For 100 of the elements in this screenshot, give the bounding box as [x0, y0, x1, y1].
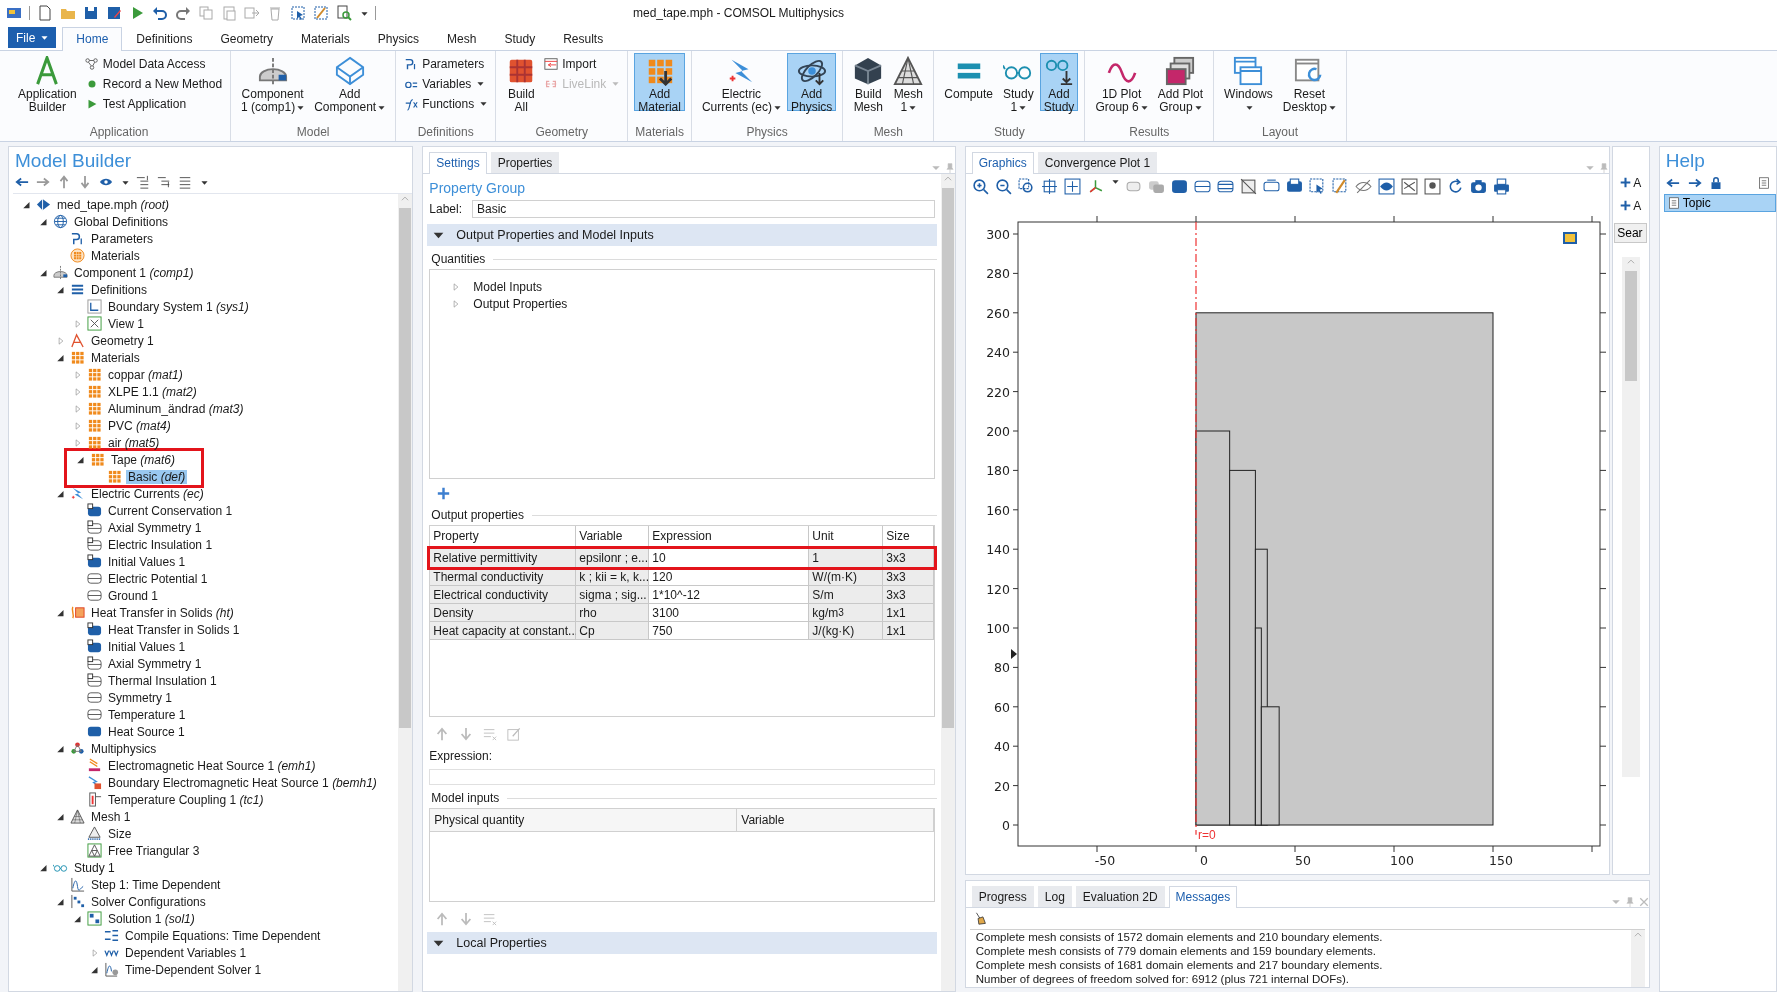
column-header[interactable]: Variable	[737, 809, 934, 831]
panel-tab[interactable]: Log	[1037, 886, 1072, 907]
tree-item[interactable]: Component 1 (comp1)	[72, 265, 196, 280]
tree-item[interactable]: Temperature Coupling 1 (tc1)	[106, 792, 266, 807]
hide-icon[interactable]	[1239, 178, 1257, 195]
list-view-icon[interactable]	[178, 175, 192, 189]
tree-item[interactable]: PVC (mat4)	[106, 418, 173, 433]
select-domain-icon[interactable]	[1147, 178, 1165, 195]
scrollbar[interactable]	[1630, 930, 1645, 987]
tree-item[interactable]: Dependent Variables 1	[123, 945, 249, 960]
scrollbar[interactable]	[1621, 257, 1640, 777]
ribbon-button[interactable]: Study 1	[999, 53, 1038, 111]
table-cell[interactable]: 750	[649, 622, 810, 639]
ribbon-tab[interactable]: Definitions	[122, 27, 207, 50]
save-icon[interactable]	[83, 5, 99, 21]
zoom-box-icon[interactable]	[1017, 178, 1035, 195]
tree-item[interactable]: Boundary System 1 (sys1)	[106, 299, 251, 314]
add-button[interactable]: A	[1618, 196, 1644, 215]
redo-icon[interactable]	[175, 5, 191, 21]
scrollbar[interactable]	[940, 174, 955, 991]
scrollbar[interactable]	[398, 194, 413, 991]
tree-item[interactable]: Global Definitions	[72, 214, 171, 229]
table-cell[interactable]: 3100	[649, 604, 810, 621]
ribbon-button[interactable]: Variables	[402, 74, 490, 93]
section-header[interactable]: Local Properties	[427, 932, 937, 954]
zoom-out-icon[interactable]	[994, 178, 1012, 195]
reset-view-icon[interactable]	[1446, 178, 1464, 195]
label-field[interactable]: Basic	[472, 200, 935, 218]
panel-tab[interactable]: Properties	[490, 152, 560, 173]
select-box-icon[interactable]	[290, 5, 306, 21]
tree-item[interactable]: coppar (mat1)	[106, 367, 185, 382]
tree-item[interactable]: Time-Dependent Solver 1	[123, 962, 264, 977]
ribbon-button[interactable]: Compute	[940, 53, 997, 111]
tree-item[interactable]: View 1	[106, 316, 146, 331]
ribbon-button[interactable]: Parameters	[402, 54, 490, 73]
tree-item[interactable]: Symmetry 1	[106, 690, 174, 705]
add-icon[interactable]	[437, 487, 451, 500]
tree-item[interactable]: Thermal Insulation 1	[106, 673, 219, 688]
camera-icon[interactable]	[1469, 178, 1487, 195]
expand-toggle[interactable]	[89, 964, 101, 975]
expand-toggle[interactable]	[55, 352, 67, 363]
tree-item[interactable]: Solution 1 (sol1)	[106, 911, 197, 926]
tree-item[interactable]: Output Properties	[473, 296, 568, 311]
back-arrow-icon[interactable]	[15, 175, 29, 189]
tree-item[interactable]: Electric Currents (ec)	[89, 486, 206, 501]
panel-tab[interactable]: Evaluation 2D	[1075, 886, 1165, 907]
tree-item[interactable]: Heat Source 1	[106, 724, 187, 739]
tree-item[interactable]: Definitions	[89, 282, 150, 297]
clear-selection-icon[interactable]	[1331, 178, 1349, 195]
tree-item[interactable]: Axial Symmetry 1	[106, 520, 204, 535]
ribbon-tab[interactable]: Results	[549, 27, 618, 50]
tree-item[interactable]: Materials	[89, 350, 142, 365]
zoom-extents-icon[interactable]	[1063, 178, 1081, 195]
lock-icon[interactable]	[1709, 177, 1722, 189]
select-boundary-icon[interactable]	[1170, 178, 1188, 195]
ribbon-tab[interactable]: Study	[490, 27, 550, 50]
ribbon-button[interactable]: Build Mesh	[849, 53, 888, 111]
forward-arrow-icon[interactable]	[1687, 176, 1702, 190]
document-icon[interactable]	[1758, 177, 1770, 189]
tree-item[interactable]: Compile Equations: Time Dependent	[123, 928, 323, 943]
tree-item[interactable]: Boundary Electromagnetic Heat Source 1 (bemh1)	[106, 775, 379, 790]
select-point-icon[interactable]	[1216, 178, 1234, 195]
tree-item[interactable]: air (mat5)	[106, 435, 162, 450]
add-button[interactable]: A	[1618, 173, 1644, 192]
wireframe-icon[interactable]	[1400, 178, 1418, 195]
tree-item[interactable]: Materials	[89, 248, 142, 263]
expand-toggle[interactable]	[55, 811, 67, 822]
tree-item[interactable]: Heat Transfer in Solids (ht)	[89, 605, 236, 620]
panel-tab[interactable]: Progress	[971, 886, 1034, 907]
expand-toggle[interactable]	[75, 454, 87, 465]
tree-item[interactable]: Initial Values 1	[106, 554, 188, 569]
new-file-icon[interactable]	[37, 5, 53, 21]
expand-toggle[interactable]	[55, 488, 67, 499]
ribbon-button[interactable]: Model Data Access	[82, 54, 225, 73]
duplicate-icon[interactable]	[244, 5, 260, 21]
back-arrow-icon[interactable]	[1665, 176, 1680, 190]
panel-tab[interactable]: Settings	[429, 152, 487, 174]
tree-item[interactable]: Electromagnetic Heat Source 1 (emh1)	[106, 758, 318, 773]
ribbon-button[interactable]: Import	[542, 54, 622, 73]
tree-item[interactable]: Step 1: Time Dependent	[89, 877, 223, 892]
tree-item[interactable]: Current Conservation 1	[106, 503, 235, 518]
expand-toggle[interactable]	[55, 743, 67, 754]
select-region-icon[interactable]	[1308, 178, 1326, 195]
expand-toggle[interactable]	[55, 607, 67, 618]
tree-item[interactable]: Electric Potential 1	[106, 571, 210, 586]
transparency-icon[interactable]	[1354, 178, 1372, 195]
down-arrow-icon[interactable]	[78, 175, 92, 189]
tree-item[interactable]: Heat Transfer in Solids 1	[106, 622, 242, 637]
tree-item[interactable]: med_tape.mph (root)	[55, 197, 172, 212]
column-header[interactable]: Variable	[576, 526, 650, 546]
expand-all-icon[interactable]	[157, 175, 171, 189]
ribbon-button[interactable]: Test Application	[82, 94, 225, 113]
ribbon-tab[interactable]: Materials	[287, 27, 364, 50]
ribbon-tab[interactable]: Mesh	[433, 27, 491, 50]
panel-tab[interactable]: Graphics	[971, 152, 1034, 174]
find-icon[interactable]	[336, 5, 352, 21]
expand-toggle[interactable]	[72, 913, 84, 924]
scroll-thumb[interactable]	[1624, 271, 1637, 381]
panel-tab[interactable]: Convergence Plot 1	[1037, 152, 1158, 173]
ribbon-button[interactable]: Application Builder	[14, 53, 81, 111]
